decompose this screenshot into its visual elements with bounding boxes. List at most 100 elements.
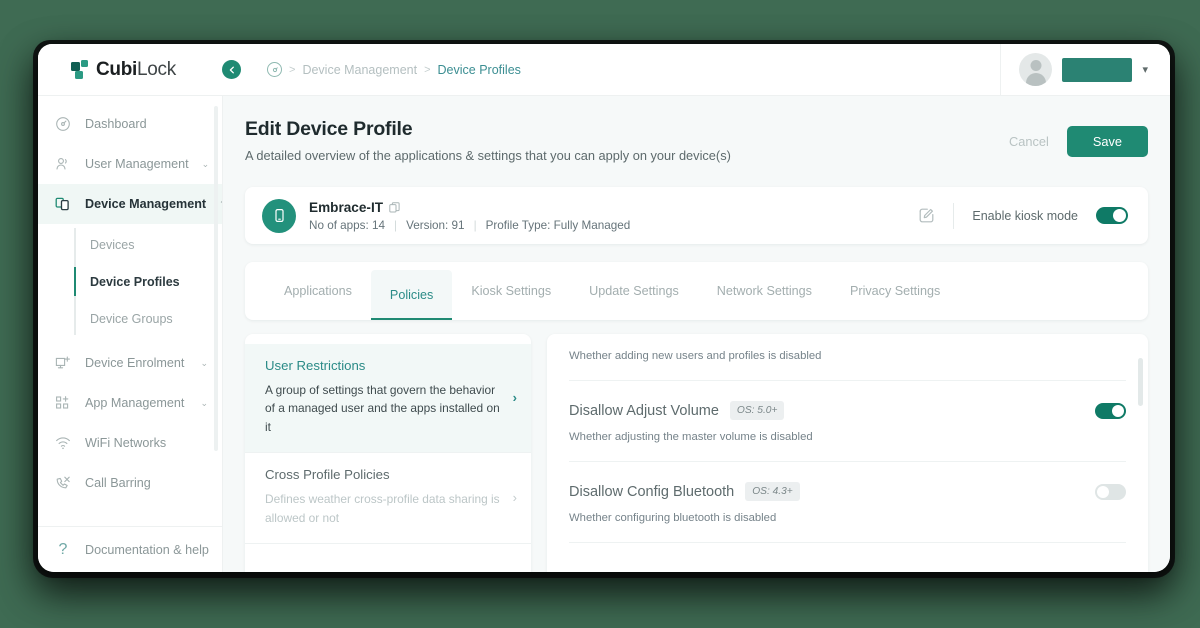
page-background: CubiLock > Device Management > Device Pr… — [0, 0, 1200, 628]
save-button[interactable]: Save — [1066, 126, 1148, 157]
sidebar-item-documentation-help[interactable]: ? Documentation & help — [38, 526, 222, 572]
tab-policies[interactable]: Policies — [370, 270, 453, 320]
sidebar-item-device-management[interactable]: Device Management ⌃ — [38, 184, 222, 224]
tab-applications[interactable]: Applications — [265, 262, 371, 320]
settings-tabs: Applications Policies Kiosk Settings Upd… — [245, 262, 1148, 320]
brand-logo[interactable]: CubiLock — [38, 44, 188, 96]
page-title: Edit Device Profile — [245, 118, 413, 140]
os-version-badge: OS: 5.0+ — [729, 401, 785, 420]
chevron-down-icon[interactable]: ▾ — [1142, 63, 1148, 76]
sidebar-item-device-enrolment[interactable]: Device Enrolment ⌄ — [38, 343, 222, 383]
policy-group-title: User Restrictions — [265, 358, 366, 373]
policies-section: User Restrictions A group of settings th… — [245, 334, 1148, 572]
tab-kiosk-settings[interactable]: Kiosk Settings — [452, 262, 570, 320]
question-icon: ? — [58, 540, 68, 558]
dashboard-icon — [54, 115, 72, 133]
sidebar-item-label: WiFi Networks — [85, 436, 167, 450]
home-icon[interactable] — [267, 62, 282, 77]
tab-network-settings[interactable]: Network Settings — [698, 262, 831, 320]
sidebar-subitem-label: Devices — [90, 237, 135, 252]
kiosk-mode-label: Enable kiosk mode — [972, 208, 1078, 223]
tab-label: Applications — [284, 284, 352, 298]
edit-pencil-icon[interactable] — [918, 207, 935, 224]
username-redacted — [1062, 57, 1133, 82]
profile-meta-apps: No of apps: 14 — [309, 218, 386, 232]
breadcrumb: > Device Management > Device Profiles — [267, 62, 1000, 77]
monitor-plus-icon — [54, 354, 72, 372]
sidebar-item-dashboard[interactable]: Dashboard — [38, 104, 222, 144]
sidebar-footer-label: Documentation & help — [85, 542, 209, 557]
policy-title: Disallow Config Bluetooth — [569, 483, 735, 500]
sidebar-item-label: App Management — [85, 396, 185, 410]
sidebar-item-label: Dashboard — [85, 117, 147, 131]
policy-group-description: A group of settings that govern the beha… — [265, 383, 500, 434]
users-icon — [54, 155, 72, 173]
profile-meta-version: Version: 91 — [406, 218, 465, 232]
policy-group-cross-profile-policies[interactable]: Cross Profile Policies Defines weather c… — [245, 453, 531, 545]
sidebar-nav: Dashboard User Management ⌄ Device Manag… — [38, 96, 222, 526]
policy-description: Whether configuring bluetooth is disable… — [569, 512, 777, 524]
app-body: Dashboard User Management ⌄ Device Manag… — [38, 96, 1170, 572]
profile-meta: No of apps: 14 | Version: 91 | Profile T… — [309, 219, 630, 232]
cubilock-logo-icon — [71, 60, 91, 79]
page-actions: Cancel Save — [1009, 118, 1148, 157]
policy-groups-panel: User Restrictions A group of settings th… — [245, 334, 531, 572]
tab-label: Policies — [389, 288, 434, 302]
sidebar-item-device-groups[interactable]: Device Groups — [38, 300, 222, 337]
copy-icon[interactable] — [389, 201, 400, 213]
os-version-badge: OS: 4.3+ — [745, 482, 800, 501]
user-menu[interactable]: ▾ — [1000, 44, 1170, 96]
meta-divider: | — [473, 218, 477, 232]
policy-group-user-restrictions[interactable]: User Restrictions A group of settings th… — [245, 344, 531, 454]
profile-card-actions: Enable kiosk mode — [918, 202, 1128, 229]
chevron-down-icon: ⌄ — [200, 397, 208, 408]
brand-name-bold: Cubi — [96, 58, 138, 80]
tab-update-settings[interactable]: Update Settings — [570, 262, 698, 320]
meta-divider: | — [394, 218, 398, 232]
top-bar: CubiLock > Device Management > Device Pr… — [38, 44, 1170, 96]
sidebar-item-devices[interactable]: Devices — [38, 226, 222, 263]
kiosk-mode-toggle[interactable] — [1096, 207, 1128, 224]
main-content: Edit Device Profile A detailed overview … — [223, 96, 1170, 572]
policy-toggle-disallow-config-bluetooth[interactable] — [1095, 483, 1126, 500]
profile-info: Embrace-IT No of apps: 14 | Version: 91 … — [309, 200, 630, 232]
policy-panel-scrollbar[interactable] — [1138, 358, 1143, 406]
breadcrumb-separator-1: > — [289, 63, 296, 76]
breadcrumb-item-device-management[interactable]: Device Management — [302, 63, 417, 77]
phone-icon — [262, 198, 296, 233]
sidebar-collapse-button[interactable] — [222, 60, 241, 79]
sidebar-item-app-management[interactable]: App Management ⌄ — [38, 383, 222, 423]
sidebar-item-label: Call Barring — [85, 476, 151, 490]
tab-label: Privacy Settings — [849, 284, 941, 298]
sidebar-item-call-barring[interactable]: Call Barring — [38, 463, 222, 503]
policy-description: Whether adjusting the master volume is d… — [569, 431, 813, 443]
cancel-button[interactable]: Cancel — [1009, 134, 1049, 149]
sidebar-subitem-label: Device Groups — [90, 311, 173, 326]
policy-title: Disallow Adjust Volume — [569, 402, 719, 419]
avatar — [1019, 53, 1053, 86]
tab-label: Network Settings — [716, 284, 812, 298]
policy-toggle-disallow-adjust-volume[interactable] — [1095, 402, 1126, 419]
sidebar-item-label: Device Enrolment — [85, 356, 185, 370]
divider — [953, 202, 955, 229]
chevron-down-icon: ⌄ — [200, 357, 208, 368]
chevron-up-icon: ⌃ — [219, 199, 222, 210]
policy-settings-panel: Whether adding new users and profiles is… — [547, 334, 1148, 572]
sidebar-subnav-device-management: Devices Device Profiles Device Groups — [38, 224, 222, 343]
sidebar-item-label: Device Management — [85, 197, 207, 211]
profile-meta-type: Profile Type: Fully Managed — [485, 218, 631, 232]
chevron-right-icon: › — [512, 489, 517, 505]
tab-privacy-settings[interactable]: Privacy Settings — [831, 262, 959, 320]
sidebar-item-device-profiles[interactable]: Device Profiles — [38, 263, 222, 300]
policy-row-disallow-adjust-volume: Disallow Adjust Volume OS: 5.0+ Whether … — [569, 381, 1126, 462]
breadcrumb-item-device-profiles[interactable]: Device Profiles — [438, 63, 521, 77]
page-subtitle: A detailed overview of the applications … — [245, 148, 731, 163]
grid-plus-icon — [54, 394, 72, 412]
page-header: Edit Device Profile A detailed overview … — [245, 118, 1148, 163]
policy-row-add-user: Whether adding new users and profiles is… — [569, 350, 1126, 381]
sidebar-item-wifi-networks[interactable]: WiFi Networks — [38, 423, 222, 463]
chevron-down-icon: ⌄ — [201, 158, 210, 169]
tab-label: Update Settings — [589, 284, 679, 298]
call-barring-icon — [54, 474, 72, 492]
sidebar-item-user-management[interactable]: User Management ⌄ — [38, 144, 222, 184]
